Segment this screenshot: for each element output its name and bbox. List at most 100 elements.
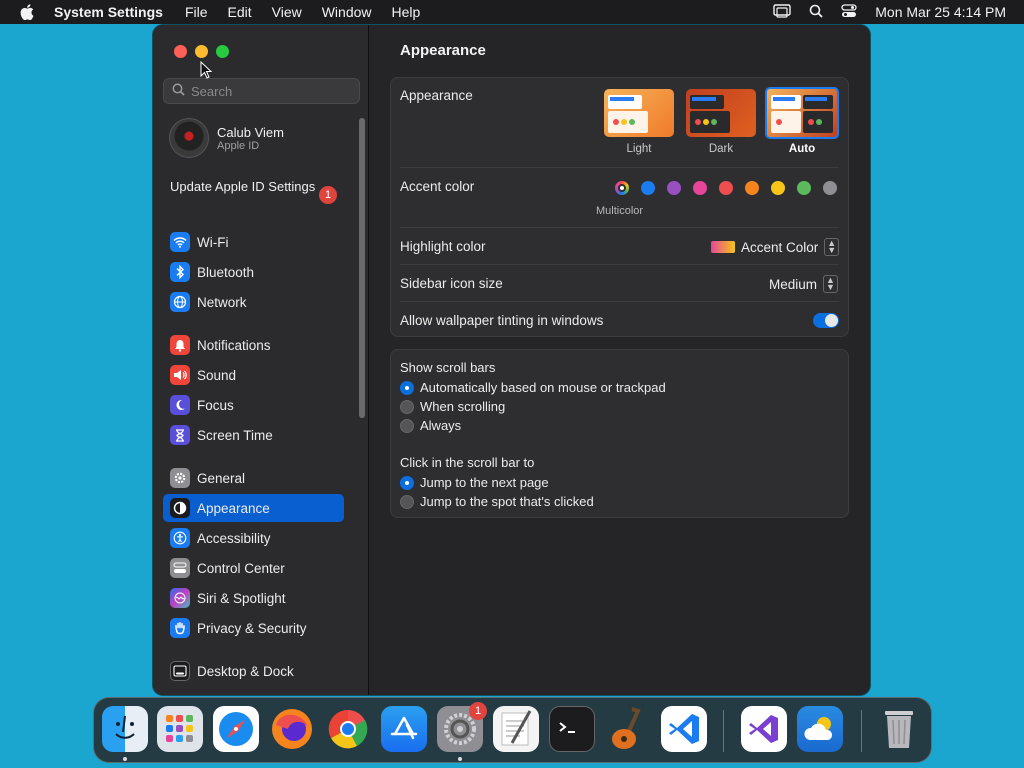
dock-vscode-icon[interactable]	[661, 706, 707, 752]
search-icon	[172, 83, 185, 99]
accent-pink-swatch[interactable]	[693, 181, 707, 195]
menu-file[interactable]: File	[185, 4, 208, 20]
highlight-swatch	[711, 241, 735, 253]
sidebar-item-appearance[interactable]: Appearance	[163, 494, 344, 522]
menu-view[interactable]: View	[272, 4, 302, 20]
dock-chrome-icon[interactable]	[325, 706, 371, 752]
dock-safari-icon[interactable]	[213, 706, 259, 752]
accent-orange-swatch[interactable]	[745, 181, 759, 195]
sidebar-icon-size-value: Medium	[769, 276, 818, 292]
spotlight-search-icon[interactable]	[809, 4, 823, 21]
sidebar-item-sound[interactable]: Sound	[163, 361, 344, 389]
menu-edit[interactable]: Edit	[228, 4, 252, 20]
appearance-icon	[170, 498, 190, 518]
sidebar-item-screen-time[interactable]: Screen Time	[163, 421, 344, 449]
click-scroll-bar-label: Click in the scroll bar to	[400, 455, 535, 470]
scroll-bars-option-when-scrolling[interactable]: When scrolling	[400, 399, 505, 414]
radio-button[interactable]	[400, 418, 414, 433]
settings-window: Calub Viem Apple ID Update Apple ID Sett…	[153, 25, 870, 695]
hand-icon	[170, 618, 190, 638]
search-field[interactable]	[163, 78, 360, 104]
sidebar-item-control-center[interactable]: Control Center	[163, 554, 344, 582]
divider	[400, 301, 839, 302]
sidebar-item-label: Privacy & Security	[197, 620, 307, 636]
wifi-icon	[170, 232, 190, 252]
sidebar-item-label: Desktop & Dock	[197, 663, 294, 679]
accent-selected-name: Multicolor	[596, 205, 644, 217]
sidebar-item-network[interactable]: Network	[163, 288, 344, 316]
menu-window[interactable]: Window	[322, 4, 372, 20]
appearance-auto-option[interactable]	[765, 87, 839, 139]
sidebar-item-label: Screen Time	[197, 427, 273, 443]
radio-button[interactable]	[400, 380, 414, 395]
sidebar-item-label: Appearance	[197, 500, 270, 516]
dock-visual-studio-icon[interactable]	[741, 706, 787, 752]
radio-label: Jump to the next page	[420, 475, 549, 490]
radio-button[interactable]	[400, 475, 414, 490]
sidebar: Calub Viem Apple ID Update Apple ID Sett…	[153, 25, 369, 695]
dock: 1	[93, 697, 932, 763]
sidebar-icon-size-popup[interactable]: Medium ▲ ▼	[769, 275, 838, 293]
highlight-color-popup[interactable]: Accent Color ▲ ▼	[711, 238, 840, 256]
sidebar-item-label: General	[197, 470, 246, 486]
click-scroll-option-spot-clicked[interactable]: Jump to the spot that's clicked	[400, 494, 594, 509]
running-indicator	[123, 757, 127, 761]
sidebar-item-label: Notifications	[197, 337, 271, 353]
sidebar-item-wifi[interactable]: Wi-Fi	[163, 228, 344, 256]
sidebar-item-general[interactable]: General	[163, 464, 344, 492]
sidebar-item-privacy-security[interactable]: Privacy & Security	[163, 614, 344, 642]
update-badge: 1	[319, 186, 337, 204]
dock-garageband-icon[interactable]	[605, 706, 651, 752]
screen-mirroring-icon[interactable]	[773, 3, 791, 21]
control-center-menu-icon[interactable]	[841, 3, 857, 21]
zoom-button[interactable]	[216, 45, 229, 58]
sidebar-item-label: Bluetooth	[197, 264, 255, 280]
running-indicator	[458, 757, 462, 761]
click-scroll-option-next-page[interactable]: Jump to the next page	[400, 475, 549, 490]
dock-weather-icon[interactable]	[797, 706, 843, 752]
menu-app-name[interactable]: System Settings	[54, 4, 163, 20]
sidebar-item-label: Sound	[197, 367, 237, 383]
accent-purple-swatch[interactable]	[667, 181, 681, 195]
accent-graphite-swatch[interactable]	[823, 181, 837, 195]
accent-green-swatch[interactable]	[797, 181, 811, 195]
sidebar-item-desktop-dock[interactable]: Desktop & Dock	[163, 657, 344, 685]
appearance-auto-label: Auto	[788, 143, 816, 155]
sidebar-item-siri-spotlight[interactable]: Siri & Spotlight	[163, 584, 344, 612]
sidebar-item-notifications[interactable]: Notifications	[163, 331, 344, 359]
accent-blue-swatch[interactable]	[641, 181, 655, 195]
menu-help[interactable]: Help	[392, 4, 421, 20]
dock-textedit-icon[interactable]	[493, 706, 539, 752]
wallpaper-tinting-toggle[interactable]	[813, 313, 839, 328]
appearance-light-option[interactable]	[604, 89, 674, 137]
radio-button[interactable]	[400, 494, 414, 509]
radio-button[interactable]	[400, 399, 414, 414]
dock-launchpad-icon[interactable]	[157, 706, 203, 752]
scroll-bars-option-automatic[interactable]: Automatically based on mouse or trackpad	[400, 380, 666, 395]
sidebar-item-bluetooth[interactable]: Bluetooth	[163, 258, 344, 286]
minimize-button[interactable]	[195, 45, 208, 58]
divider	[400, 264, 839, 265]
appearance-dark-option[interactable]	[686, 89, 756, 137]
menu-clock[interactable]: Mon Mar 25 4:14 PM	[875, 4, 1006, 20]
search-input[interactable]	[191, 83, 351, 99]
apple-menu-icon[interactable]	[0, 4, 54, 20]
accent-red-swatch[interactable]	[719, 181, 733, 195]
sidebar-item-label: Focus	[197, 397, 234, 413]
dock-firefox-icon[interactable]	[269, 706, 315, 752]
dock-trash-icon[interactable]	[876, 706, 922, 752]
accent-multicolor-swatch[interactable]	[615, 181, 629, 195]
scroll-bars-option-always[interactable]: Always	[400, 418, 461, 433]
dock-terminal-icon[interactable]	[549, 706, 595, 752]
update-apple-id-settings[interactable]: Update Apple ID Settings	[170, 179, 340, 195]
dock-finder-icon[interactable]	[102, 706, 148, 752]
sidebar-item-accessibility[interactable]: Accessibility	[163, 524, 344, 552]
apple-id-profile[interactable]: Calub Viem Apple ID	[169, 118, 284, 158]
sidebar-icon-size-label: Sidebar icon size	[400, 276, 503, 291]
divider	[400, 167, 839, 168]
dock-app-store-icon[interactable]	[381, 706, 427, 752]
sidebar-item-focus[interactable]: Focus	[163, 391, 344, 419]
close-button[interactable]	[174, 45, 187, 58]
accent-yellow-swatch[interactable]	[771, 181, 785, 195]
sidebar-scrollbar[interactable]	[359, 118, 365, 418]
